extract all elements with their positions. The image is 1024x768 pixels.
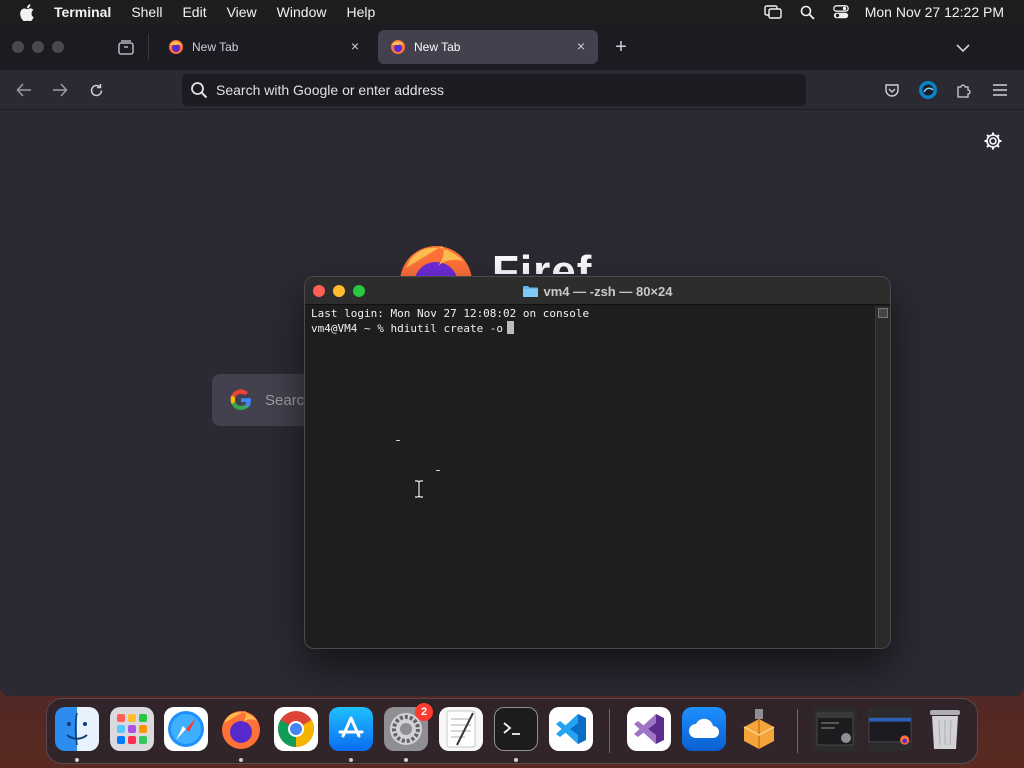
terminal-title-bar[interactable]: vm4 — -zsh — 80×24 <box>305 277 890 305</box>
notification-badge: 2 <box>415 703 433 721</box>
text-cursor-ibeam-icon <box>413 479 425 499</box>
tab-close-icon[interactable]: × <box>574 39 588 53</box>
terminal-title: vm4 — -zsh — 80×24 <box>543 283 673 299</box>
tab-separator <box>148 34 149 60</box>
menu-app-name[interactable]: Terminal <box>54 4 111 20</box>
tab-title: New Tab <box>414 40 461 54</box>
dock-icloud-icon[interactable] <box>682 707 726 751</box>
address-bar[interactable] <box>182 74 806 106</box>
dock-safari-icon[interactable] <box>164 707 208 751</box>
spotlight-search-icon[interactable] <box>800 5 815 20</box>
dock-finder-icon[interactable] <box>55 707 99 751</box>
menu-edit[interactable]: Edit <box>182 4 206 20</box>
running-indicator <box>404 758 408 762</box>
menu-bar: Terminal Shell Edit View Window Help Mon… <box>0 0 1024 24</box>
tab-new-tab-2[interactable]: New Tab × <box>378 30 598 64</box>
dock-firefox-icon[interactable] <box>219 707 263 751</box>
window-zoom-button[interactable] <box>52 41 64 53</box>
list-all-tabs-chevron-icon[interactable] <box>956 40 972 54</box>
extensions-puzzle-icon[interactable] <box>954 80 974 100</box>
firefox-tab-bar: New Tab × New Tab × + <box>0 24 1024 70</box>
dock-vscode-icon[interactable] <box>549 707 593 751</box>
render-artifact <box>436 470 440 471</box>
forward-arrow-icon[interactable] <box>50 80 70 100</box>
window-minimize-button[interactable] <box>32 41 44 53</box>
menu-shell[interactable]: Shell <box>131 4 162 20</box>
dock-trash-icon[interactable] <box>923 707 967 751</box>
running-indicator <box>349 758 353 762</box>
pocket-icon[interactable] <box>882 80 902 100</box>
dock-textedit-icon[interactable] <box>439 707 483 751</box>
dock-window-thumbnail-icon[interactable] <box>868 707 912 751</box>
menu-help[interactable]: Help <box>346 4 375 20</box>
tab-close-icon[interactable]: × <box>348 39 362 53</box>
dock-divider <box>797 709 798 753</box>
customize-gear-icon[interactable] <box>983 131 1003 151</box>
dock-chrome-icon[interactable] <box>274 707 318 751</box>
firefox-logo-icon <box>398 240 478 280</box>
dock: 2 <box>46 698 978 764</box>
firefox-view-icon[interactable] <box>116 37 136 57</box>
running-indicator <box>239 758 243 762</box>
firefox-nav-bar <box>0 70 1024 110</box>
dock-divider <box>609 709 610 753</box>
running-indicator <box>75 758 79 762</box>
running-indicator <box>514 758 518 762</box>
dock-app-store-icon[interactable] <box>329 707 373 751</box>
search-icon <box>191 82 208 99</box>
back-arrow-icon[interactable] <box>14 80 34 100</box>
terminal-window[interactable]: vm4 — -zsh — 80×24 Last login: Mon Nov 2… <box>304 276 891 649</box>
terminal-scrollbar[interactable] <box>875 306 890 648</box>
hamburger-menu-icon[interactable] <box>990 80 1010 100</box>
dock-window-thumbnail-icon[interactable] <box>813 707 857 751</box>
account-avatar-icon[interactable] <box>918 80 938 100</box>
menu-view[interactable]: View <box>227 4 257 20</box>
control-center-icon[interactable] <box>832 5 849 19</box>
dock-terminal-icon[interactable] <box>494 707 538 751</box>
tab-new-tab-1[interactable]: New Tab × <box>156 30 372 64</box>
newtab-search-placeholder: Searc <box>265 391 305 409</box>
terminal-scroll-button[interactable] <box>878 308 888 318</box>
terminal-prompt-line: vm4@VM4 ~ % hdiutil create -o <box>311 322 504 335</box>
google-logo-icon <box>230 389 251 411</box>
folder-icon <box>522 286 538 297</box>
menu-window[interactable]: Window <box>277 4 327 20</box>
dock-visual-studio-icon[interactable] <box>627 707 671 751</box>
screen-mirroring-icon[interactable] <box>764 5 782 19</box>
address-input[interactable] <box>216 82 776 98</box>
dock-launchpad-icon[interactable] <box>110 707 154 751</box>
apple-menu-icon[interactable] <box>18 3 36 21</box>
terminal-line: Last login: Mon Nov 27 12:08:02 on conso… <box>311 307 590 320</box>
firefox-favicon-icon <box>391 40 405 54</box>
new-tab-plus-icon[interactable]: + <box>612 37 630 57</box>
menu-clock[interactable]: Mon Nov 27 12:22 PM <box>865 4 1004 20</box>
terminal-cursor <box>507 321 515 334</box>
reload-icon[interactable] <box>86 80 106 100</box>
dock-installer-icon[interactable] <box>737 707 781 751</box>
terminal-output[interactable]: Last login: Mon Nov 27 12:08:02 on conso… <box>311 307 873 645</box>
window-close-button[interactable] <box>12 41 24 53</box>
firefox-favicon-icon <box>169 40 183 54</box>
tab-title: New Tab <box>192 40 239 54</box>
render-artifact <box>396 440 400 441</box>
firefox-wordmark: Firef <box>492 250 592 274</box>
